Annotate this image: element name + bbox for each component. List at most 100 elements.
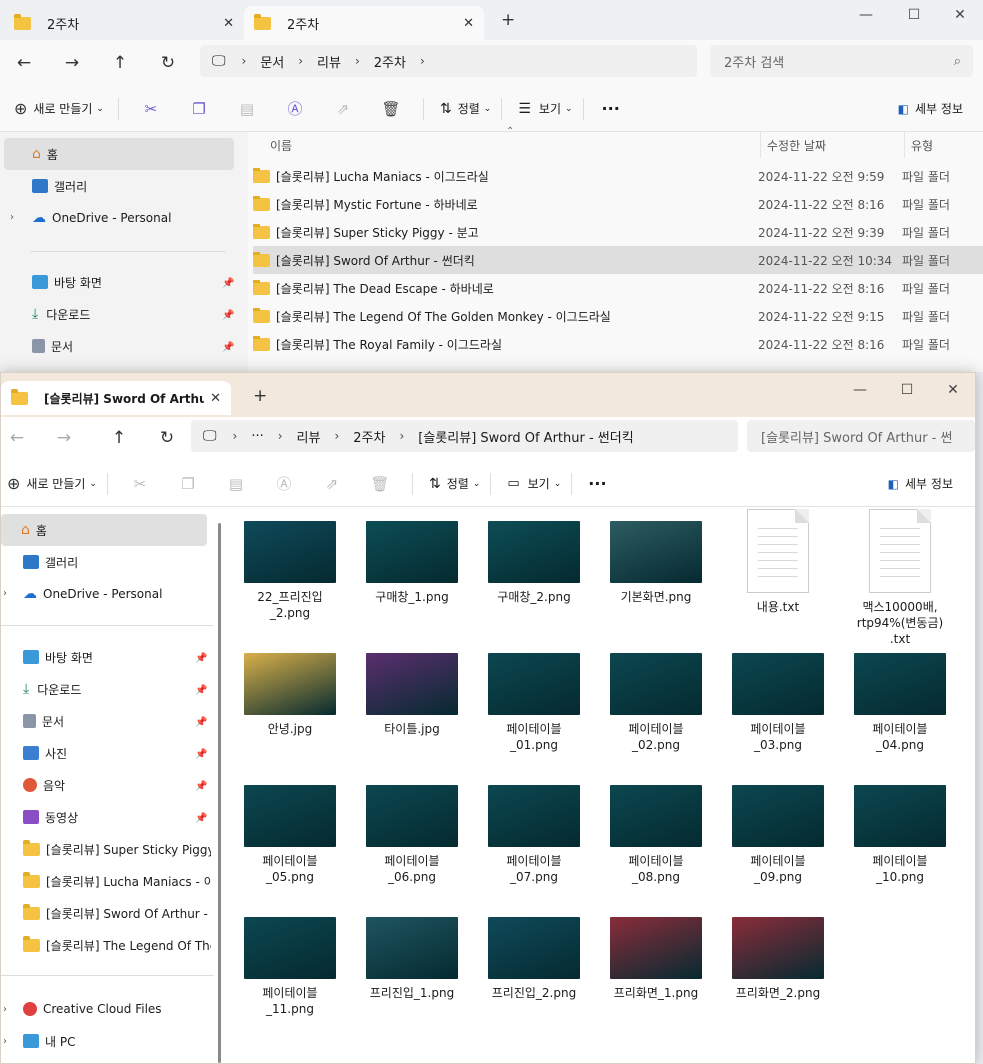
- close-window-icon[interactable]: ✕: [930, 375, 975, 405]
- breadcrumb-item[interactable]: 2주차: [353, 427, 385, 446]
- close-tab-icon[interactable]: ✕: [463, 16, 474, 31]
- sidebar-scrollbar[interactable]: [218, 523, 221, 1063]
- sidebar-item-gallery[interactable]: 갤러리: [0, 170, 87, 202]
- breadcrumb-overflow[interactable]: ···: [251, 429, 263, 444]
- file-item[interactable]: 기본화면.png: [601, 509, 711, 605]
- sort-button[interactable]: ⇅ 정렬 ⌄: [429, 475, 480, 492]
- cut-icon[interactable]: ✂: [127, 100, 175, 118]
- sidebar-item-creative-cloud[interactable]: Creative Cloud Files: [1, 993, 162, 1025]
- close-tab-icon[interactable]: ✕: [210, 391, 221, 406]
- paste-icon[interactable]: ▤: [223, 100, 271, 118]
- file-item[interactable]: 구매창_1.png: [357, 509, 467, 605]
- back-arrow-icon[interactable]: ←: [1, 428, 33, 448]
- pin-icon[interactable]: 📌: [222, 310, 234, 321]
- tab-sword-of-arthur[interactable]: [슬롯리뷰] Sword Of Arthur - ✕: [1, 381, 231, 415]
- sidebar-item-folder[interactable]: [슬롯리뷰] The Legend Of The: [1, 929, 211, 961]
- file-item[interactable]: 프리화면_2.png: [723, 905, 833, 1001]
- up-arrow-icon[interactable]: ↑: [96, 53, 144, 73]
- sidebar-item-home[interactable]: ⌂ 홈: [4, 138, 234, 170]
- paste-icon[interactable]: ▤: [212, 475, 260, 493]
- file-item[interactable]: 페이테이블 _11.png: [235, 905, 345, 1017]
- sidebar-item-folder[interactable]: [슬롯리뷰] Super Sticky Piggy: [1, 833, 211, 865]
- sidebar-item-desktop[interactable]: 바탕 화면: [1, 641, 93, 673]
- file-item[interactable]: 페이테이블 _02.png: [601, 641, 711, 753]
- search-box[interactable]: [슬롯리뷰] Sword Of Arthur - 썬: [747, 420, 975, 452]
- sidebar-item-gallery[interactable]: 갤러리: [1, 546, 78, 578]
- rename-icon[interactable]: Ⓐ: [271, 98, 319, 119]
- minimize-icon[interactable]: —: [843, 0, 889, 30]
- file-item[interactable]: 페이테이블 _05.png: [235, 773, 345, 885]
- forward-arrow-icon[interactable]: →: [48, 53, 96, 73]
- pin-icon[interactable]: 📌: [222, 278, 234, 289]
- copy-icon[interactable]: ❐: [164, 475, 212, 493]
- sidebar-item-downloads[interactable]: ⤓ 다운로드: [0, 298, 90, 330]
- address-bar[interactable]: 🖵 › ··· › 리뷰 › 2주차 › [슬롯리뷰] Sword Of Art…: [191, 420, 738, 452]
- search-box[interactable]: 2주차 검색 ⌕: [710, 45, 973, 77]
- file-item[interactable]: 페이테이블 _01.png: [479, 641, 589, 753]
- pin-icon[interactable]: 📌: [195, 813, 207, 824]
- file-item[interactable]: 페이테이블 _04.png: [845, 641, 955, 753]
- breadcrumb-item[interactable]: 문서: [260, 52, 284, 71]
- sidebar-item-folder[interactable]: [슬롯리뷰] Sword Of Arthur - 썬: [1, 897, 211, 929]
- address-bar[interactable]: 🖵 › 문서 › 리뷰 › 2주차 ›: [200, 45, 697, 77]
- copy-icon[interactable]: ❐: [175, 100, 223, 118]
- file-item[interactable]: 맥스10000배, rtp94%(변동금) .txt: [845, 509, 955, 647]
- breadcrumb-item[interactable]: [슬롯리뷰] Sword Of Arthur - 썬더킥: [418, 427, 633, 446]
- pin-icon[interactable]: 📌: [222, 342, 234, 353]
- sidebar-item-videos[interactable]: 동영상: [1, 801, 78, 833]
- close-tab-icon[interactable]: ✕: [223, 16, 234, 31]
- file-item[interactable]: 페이테이블 _07.png: [479, 773, 589, 885]
- column-header-date[interactable]: 수정한 날짜: [760, 132, 826, 158]
- sidebar-item-music[interactable]: 음악: [1, 769, 65, 801]
- details-pane-button[interactable]: ◧ 세부 정보: [888, 475, 953, 492]
- sort-button[interactable]: ⇅ 정렬 ⌄: [440, 100, 491, 117]
- file-item[interactable]: 페이테이블 _09.png: [723, 773, 833, 885]
- maximize-icon[interactable]: ☐: [884, 375, 930, 405]
- tab-2week-inactive[interactable]: 2주차 ✕: [4, 6, 244, 40]
- details-pane-button[interactable]: ◧ 세부 정보: [898, 100, 963, 117]
- sidebar-item-documents[interactable]: 문서: [0, 330, 73, 362]
- folder-row[interactable]: [슬롯리뷰] Sword Of Arthur - 썬더킥 2024-11-22 오…: [253, 246, 983, 274]
- column-header-name[interactable]: 이름: [270, 132, 292, 158]
- share-icon[interactable]: ⇗: [319, 100, 367, 118]
- pin-icon[interactable]: 📌: [195, 717, 207, 728]
- sidebar-item-folder[interactable]: [슬롯리뷰] Lucha Maniacs - 이: [1, 865, 211, 897]
- share-icon[interactable]: ⇗: [308, 475, 356, 493]
- file-item[interactable]: 프리진입_1.png: [357, 905, 467, 1001]
- breadcrumb-item[interactable]: 리뷰: [317, 52, 341, 71]
- folder-row[interactable]: [슬롯리뷰] Super Sticky Piggy - 분고 2024-11-22…: [253, 218, 983, 246]
- new-tab-icon[interactable]: +: [501, 10, 515, 30]
- pin-icon[interactable]: 📌: [195, 685, 207, 696]
- sidebar-item-this-pc[interactable]: 내 PC: [1, 1025, 75, 1057]
- more-options-icon[interactable]: ···: [588, 474, 606, 493]
- pin-icon[interactable]: 📌: [195, 749, 207, 760]
- sidebar-item-pictures[interactable]: 사진: [1, 737, 67, 769]
- pin-icon[interactable]: 📌: [195, 653, 207, 664]
- file-item[interactable]: 구매창_2.png: [479, 509, 589, 605]
- new-button[interactable]: ⊕ 새로 만들기 ⌄: [7, 474, 97, 493]
- forward-arrow-icon[interactable]: →: [33, 428, 95, 448]
- delete-icon[interactable]: 🗑: [367, 100, 415, 118]
- view-button[interactable]: ☰ 보기 ⌄: [518, 100, 572, 117]
- cut-icon[interactable]: ✂: [116, 475, 164, 493]
- folder-row[interactable]: [슬롯리뷰] The Dead Escape - 하바네로 2024-11-22 …: [253, 274, 983, 302]
- sidebar-item-downloads[interactable]: ⤓ 다운로드: [1, 673, 81, 705]
- up-arrow-icon[interactable]: ↑: [95, 428, 143, 448]
- file-item[interactable]: 페이테이블 _06.png: [357, 773, 467, 885]
- rename-icon[interactable]: Ⓐ: [260, 473, 308, 494]
- view-button[interactable]: ▭ 보기 ⌄: [507, 475, 561, 492]
- breadcrumb-item[interactable]: 리뷰: [297, 427, 321, 446]
- new-tab-icon[interactable]: +: [253, 386, 267, 406]
- sidebar-item-documents[interactable]: 문서: [1, 705, 64, 737]
- sidebar-item-home[interactable]: ⌂ 홈: [1, 514, 207, 546]
- column-header-type[interactable]: 유형: [904, 132, 933, 158]
- folder-row[interactable]: [슬롯리뷰] Mystic Fortune - 하바네로 2024-11-22 오…: [253, 190, 983, 218]
- breadcrumb-item[interactable]: 2주차: [374, 52, 406, 71]
- maximize-icon[interactable]: ☐: [891, 0, 937, 30]
- file-item[interactable]: 내용.txt: [723, 509, 833, 615]
- close-window-icon[interactable]: ✕: [937, 0, 983, 30]
- refresh-icon[interactable]: ↻: [144, 53, 192, 73]
- file-item[interactable]: 프리진입_2.png: [479, 905, 589, 1001]
- file-item[interactable]: 22_프리진입 _2.png: [235, 509, 345, 621]
- pin-icon[interactable]: 📌: [195, 781, 207, 792]
